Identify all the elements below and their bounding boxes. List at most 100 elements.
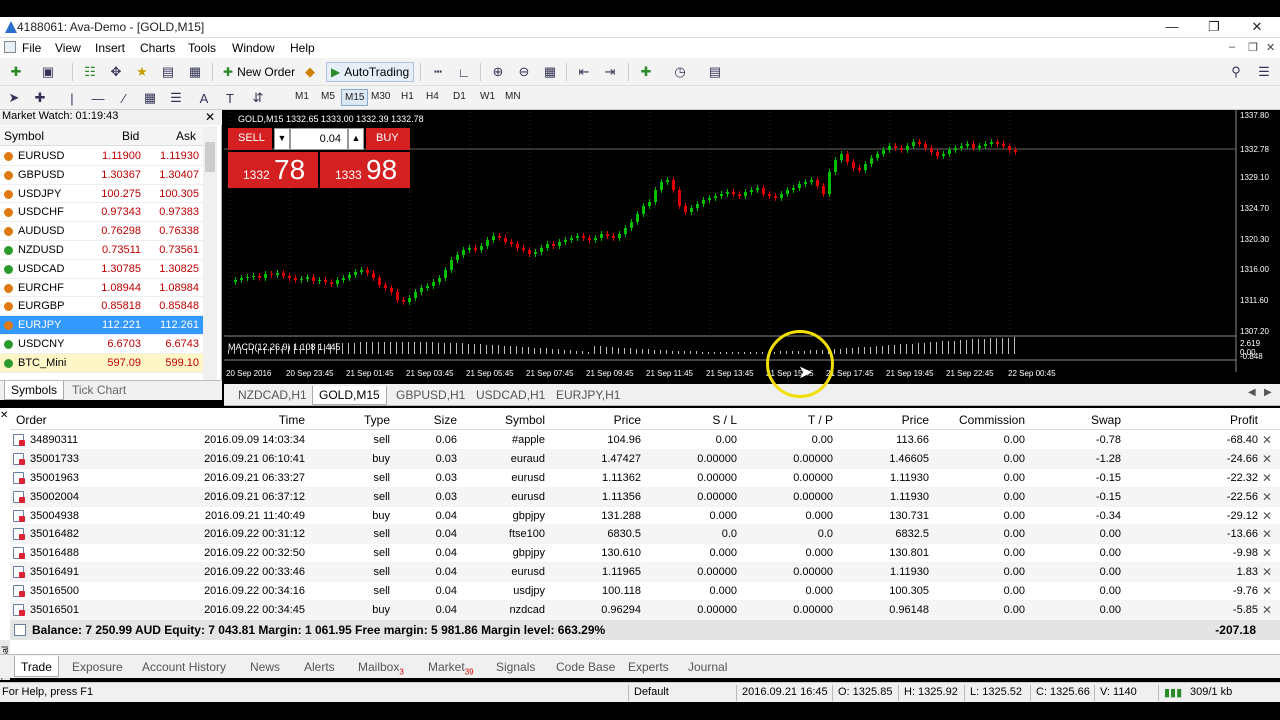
metaeditor-icon[interactable]: ◆ [300, 62, 320, 82]
scrollbar-thumb[interactable] [205, 142, 215, 172]
close-order-icon[interactable]: ✕ [1262, 546, 1272, 560]
close-order-icon[interactable]: ✕ [1262, 527, 1272, 541]
timeframe-d1[interactable]: D1 [450, 89, 469, 104]
favorites-icon[interactable]: ★ [132, 62, 152, 82]
minimize-button[interactable]: — [1158, 19, 1186, 35]
column-header-profit[interactable]: Profit [1126, 413, 1258, 427]
column-header-swap[interactable]: Swap [1030, 413, 1121, 427]
chart-tab-usdcad[interactable]: USDCAD,H1 [470, 386, 551, 405]
close-order-icon[interactable]: ✕ [1262, 452, 1272, 466]
market-watch-icon[interactable]: ☷ [80, 62, 100, 82]
timeframe-m1[interactable]: M1 [292, 89, 312, 104]
tab-tick-chart[interactable]: Tick Chart [66, 381, 132, 400]
new-chart-icon[interactable]: ✚ [6, 62, 26, 82]
trade-row[interactable]: 35016501 2016.09.22 00:34:45 buy 0.04 nzdcad… [10, 601, 1280, 620]
header-symbol[interactable]: Symbol [4, 129, 44, 143]
close-order-icon[interactable]: ✕ [1262, 433, 1272, 447]
close-order-icon[interactable]: ✕ [1262, 565, 1272, 579]
close-order-icon[interactable]: ✕ [1262, 603, 1272, 617]
zoom-out-icon[interactable]: ⊖ [514, 62, 534, 82]
close-order-icon[interactable]: ✕ [1262, 471, 1272, 485]
chart-tab-nzdcad[interactable]: NZDCAD,H1 [232, 386, 313, 405]
column-header-open-price[interactable]: Price [550, 413, 641, 427]
chart-shift-icon[interactable]: ⇤ [574, 62, 594, 82]
buy-button[interactable]: BUY [366, 128, 410, 150]
sell-price-box[interactable]: 1332 78 [228, 152, 318, 188]
scroll-right-icon[interactable]: ▶ [1264, 387, 1272, 398]
trade-row[interactable]: 34890311 2016.09.09 14:03:34 sell 0.06 #appl… [10, 431, 1280, 450]
market-watch-row[interactable]: EURGBP 0.85818 0.85848 [0, 297, 203, 317]
market-watch-row[interactable]: EURJPY 112.221 112.261 [0, 316, 203, 335]
terminal-tab-journal[interactable]: Journal [682, 656, 733, 677]
market-watch-row[interactable]: USDJPY 100.275 100.305 [0, 185, 203, 204]
terminal-tab-account-history[interactable]: Account History [136, 656, 232, 677]
market-watch-close-button[interactable]: ✕ [205, 110, 215, 124]
autotrading-button[interactable]: ▶ AutoTrading [326, 62, 415, 82]
column-header-order[interactable]: Order [16, 413, 116, 427]
tile-windows-icon[interactable]: ▦ [540, 62, 560, 82]
chart-tab-gbpusd[interactable]: GBPUSD,H1 [390, 386, 471, 405]
chart-tab-eurjpy[interactable]: EURJPY,H1 [550, 386, 626, 405]
market-watch-row[interactable]: NZDUSD 0.73511 0.73561 [0, 241, 203, 260]
trade-row[interactable]: 35002004 2016.09.21 06:37:12 sell 0.03 eurus… [10, 487, 1280, 507]
market-watch-row[interactable]: GBPUSD 1.30367 1.30407 [0, 166, 203, 185]
terminal-tab-exposure[interactable]: Exposure [66, 656, 129, 677]
chat-icon[interactable]: ☰ [1254, 62, 1274, 82]
column-header-symbol[interactable]: Symbol [462, 413, 545, 427]
terminal-close-button[interactable]: ✕ [0, 410, 8, 421]
terminal-tab-code-base[interactable]: Code Base [550, 656, 621, 677]
mdi-close-button[interactable]: ✕ [1266, 41, 1275, 54]
cursor-icon[interactable]: ➤ [4, 88, 24, 108]
zoom-in-icon[interactable]: ⊕ [488, 62, 508, 82]
bar-chart-icon[interactable]: ┅ [428, 62, 448, 82]
lot-decrease-button[interactable]: ▼ [274, 128, 290, 150]
text-label-icon[interactable]: T [220, 88, 240, 108]
trade-row[interactable]: 35016491 2016.09.22 00:33:46 sell 0.04 eurus… [10, 563, 1280, 583]
terminal-tab-trade[interactable]: Trade [14, 656, 59, 677]
market-watch-row[interactable]: USDCHF 0.97343 0.97383 [0, 203, 203, 223]
trade-row[interactable]: 35004938 2016.09.21 11:40:49 buy 0.04 gbpjpy… [10, 507, 1280, 526]
buy-price-box[interactable]: 1333 98 [320, 152, 410, 188]
lot-increase-button[interactable]: ▲ [348, 128, 364, 150]
status-profile[interactable]: Default [634, 686, 669, 698]
menu-insert[interactable]: Insert [95, 41, 125, 55]
column-header-size[interactable]: Size [395, 413, 457, 427]
navigator-icon[interactable]: ✥ [106, 62, 126, 82]
column-header-commission[interactable]: Commission [934, 413, 1025, 427]
terminal-tab-news[interactable]: News [244, 656, 286, 677]
header-bid[interactable]: Bid [122, 129, 139, 143]
menu-file[interactable]: File [22, 41, 41, 55]
arrows-icon[interactable]: ⇵ [248, 88, 268, 108]
scroll-left-icon[interactable]: ◀ [1248, 387, 1256, 398]
mdi-restore-button[interactable]: ❐ [1248, 41, 1258, 54]
text-icon[interactable]: A [194, 88, 214, 108]
trade-row[interactable]: 35016482 2016.09.22 00:31:12 sell 0.04 ftse1… [10, 525, 1280, 545]
column-header-take-profit[interactable]: T / P [742, 413, 833, 427]
mdi-minimize-button[interactable]: – [1229, 41, 1235, 53]
menu-help[interactable]: Help [290, 41, 315, 55]
column-header-stop-loss[interactable]: S / L [646, 413, 737, 427]
market-watch-row[interactable]: EURCHF 1.08944 1.08984 [0, 279, 203, 298]
strategy-tester-icon[interactable]: ▦ [185, 62, 205, 82]
timeframe-mn[interactable]: MN [502, 89, 524, 104]
header-ask[interactable]: Ask [176, 129, 196, 143]
templates-icon[interactable]: ▤ [705, 62, 725, 82]
fibonacci-icon[interactable]: ☰ [166, 88, 186, 108]
close-order-icon[interactable]: ✕ [1262, 509, 1272, 523]
crosshair-icon[interactable]: ✚ [30, 88, 50, 108]
close-window-button[interactable]: ✕ [1243, 19, 1271, 35]
new-order-button[interactable]: ✚ New Order [218, 62, 300, 82]
autoscroll-icon[interactable]: ⇥ [600, 62, 620, 82]
tab-symbols[interactable]: Symbols [4, 381, 65, 400]
trade-row[interactable]: 35001733 2016.09.21 06:10:41 buy 0.03 euraud… [10, 449, 1280, 469]
search-icon[interactable]: ⚲ [1226, 62, 1246, 82]
timeframe-m5[interactable]: M5 [318, 89, 338, 104]
column-header-current-price[interactable]: Price [838, 413, 929, 427]
timeframe-h1[interactable]: H1 [398, 89, 417, 104]
market-watch-row[interactable]: USDCAD 1.30785 1.30825 [0, 260, 203, 279]
periods-icon[interactable]: ◷ [670, 62, 690, 82]
menu-charts[interactable]: Charts [140, 41, 175, 55]
close-order-icon[interactable]: ✕ [1262, 584, 1272, 598]
menu-view[interactable]: View [55, 41, 81, 55]
chart-tab-gold[interactable]: GOLD,M15 [312, 386, 387, 405]
